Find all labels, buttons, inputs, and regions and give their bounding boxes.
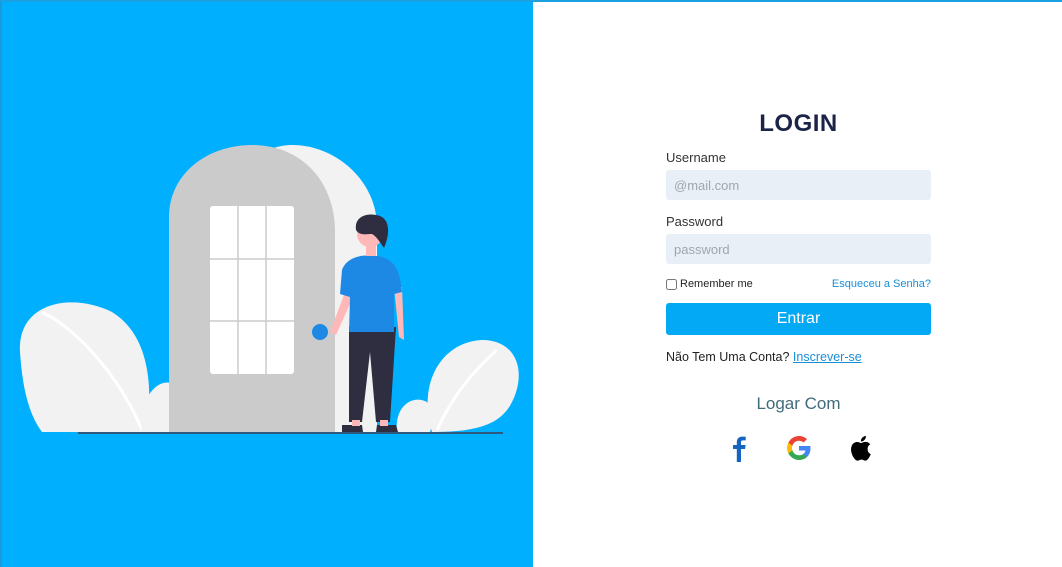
facebook-icon[interactable] xyxy=(725,432,753,464)
signup-link[interactable]: Inscrever-se xyxy=(793,350,862,364)
social-heading: Logar Com xyxy=(756,394,841,413)
login-form: LOGIN Username Password Remember me Esqu… xyxy=(666,110,931,464)
password-label: Password xyxy=(666,214,724,229)
remember-label: Remember me xyxy=(680,278,753,290)
remember-forgot-row: Remember me Esqueceu a Senha? xyxy=(666,278,931,290)
remember-checkbox[interactable] xyxy=(666,278,677,290)
username-input[interactable] xyxy=(666,170,931,200)
username-label: Username xyxy=(666,150,726,165)
door-illustration xyxy=(19,145,519,434)
page-title: LOGIN xyxy=(759,110,838,137)
apple-icon[interactable] xyxy=(845,432,873,464)
remember-me[interactable]: Remember me xyxy=(666,278,753,290)
google-icon[interactable] xyxy=(785,432,813,464)
submit-button[interactable]: Entrar xyxy=(666,303,931,335)
login-panel: LOGIN Username Password Remember me Esqu… xyxy=(533,2,1062,567)
no-account-text: Não Tem Uma Conta? xyxy=(666,350,790,364)
forgot-password-link[interactable]: Esqueceu a Senha? xyxy=(832,278,931,290)
illustration-panel xyxy=(0,2,533,567)
password-input[interactable] xyxy=(666,234,931,264)
signup-row: Não Tem Uma Conta? Inscrever-se xyxy=(666,350,931,364)
social-login-row xyxy=(666,432,931,464)
